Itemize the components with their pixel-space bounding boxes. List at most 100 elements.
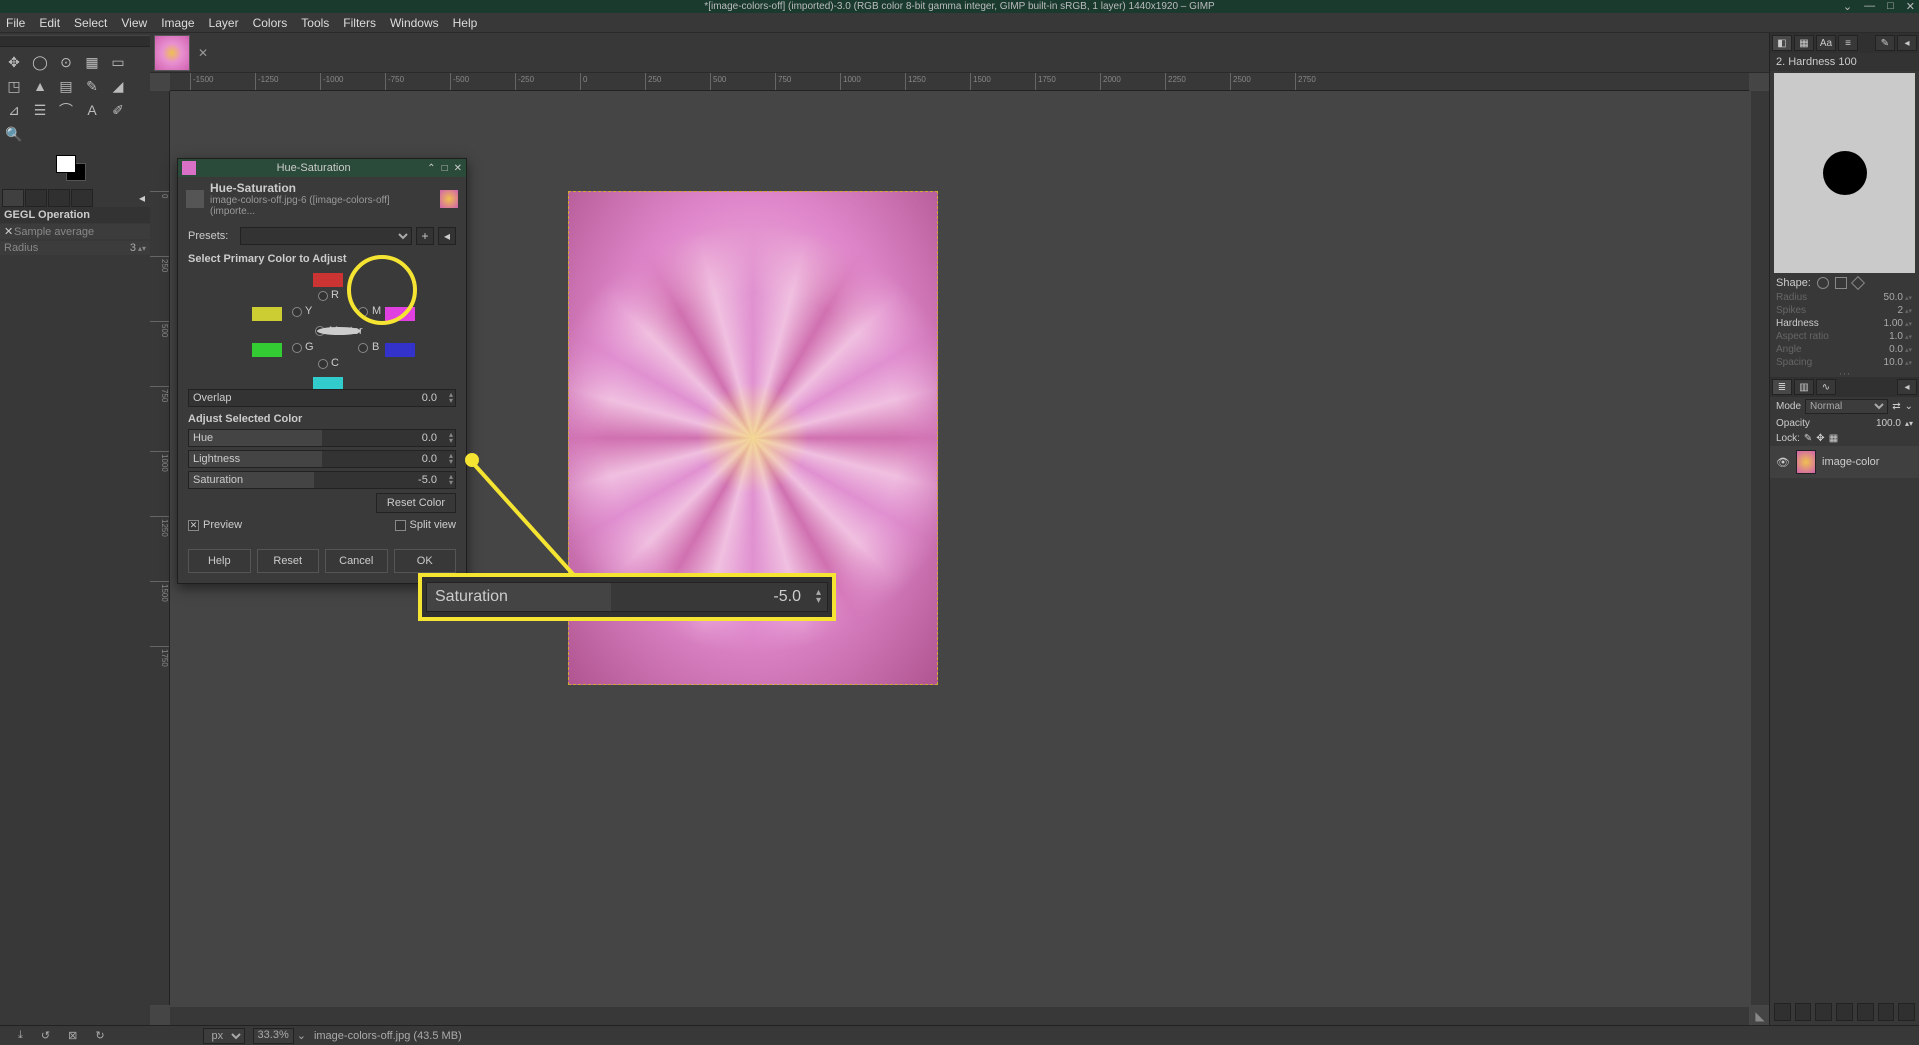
brush-radius-row[interactable]: Radius50.0▴▾ <box>1770 291 1919 304</box>
layer-row[interactable]: 👁 image-color <box>1770 446 1919 478</box>
lasso-select-icon[interactable]: ⊙ <box>54 51 78 73</box>
redo-icon[interactable]: ↻ <box>95 1029 104 1042</box>
menu-tools[interactable]: Tools <box>301 16 329 30</box>
split-view-checkbox[interactable] <box>395 520 406 531</box>
image-tab[interactable] <box>154 35 190 71</box>
color-master-radio[interactable] <box>315 326 325 336</box>
dialog-titlebar[interactable]: Hue-Saturation ⌃ □ ✕ <box>178 159 466 177</box>
color-green-radio[interactable] <box>292 343 302 353</box>
hue-slider[interactable]: Hue 0.0 ▴▾ <box>188 429 456 447</box>
unit-select[interactable]: px <box>203 1028 245 1044</box>
maximize-icon[interactable]: □ <box>1887 0 1894 13</box>
save-icon[interactable]: ⤓ <box>18 1029 23 1042</box>
raise-layer-icon[interactable] <box>1815 1003 1832 1021</box>
transform-tool-icon[interactable]: ◳ <box>2 75 26 97</box>
hue-spinner-icon[interactable]: ▴▾ <box>449 432 453 444</box>
shape-circle[interactable] <box>1817 277 1829 289</box>
layer-name[interactable]: image-color <box>1822 456 1879 468</box>
color-cyan-radio[interactable] <box>318 359 328 369</box>
gradient-tool-icon[interactable]: ▤ <box>54 75 78 97</box>
text-tool-icon[interactable]: A <box>80 99 104 121</box>
undo-history-tab[interactable] <box>48 189 70 207</box>
lock-pixels-icon[interactable]: ✎ <box>1804 433 1812 444</box>
reset-button[interactable]: Reset <box>257 549 320 573</box>
smudge-tool-icon[interactable]: ☰ <box>28 99 52 121</box>
help-button[interactable]: Help <box>188 549 251 573</box>
tab-menu2-icon[interactable]: ◂ <box>1897 379 1917 395</box>
brush-hardness-row[interactable]: Hardness1.00▴▾ <box>1770 317 1919 330</box>
ok-button[interactable]: OK <box>394 549 457 573</box>
duplicate-layer-icon[interactable] <box>1857 1003 1874 1021</box>
foreground-color[interactable] <box>56 155 76 173</box>
lock-position-icon[interactable]: ✥ <box>1816 433 1824 444</box>
color-green-swatch[interactable] <box>252 343 282 357</box>
menu-view[interactable]: View <box>121 16 147 30</box>
menu-image[interactable]: Image <box>161 16 194 30</box>
vertical-ruler[interactable]: 0 250 500 750 1000 1250 1500 1750 <box>150 91 170 1005</box>
undo-icon[interactable]: ↺ <box>41 1029 50 1042</box>
color-red-swatch[interactable] <box>313 273 343 287</box>
fuzzy-select-icon[interactable]: ▦ <box>80 51 104 73</box>
tab-menu-icon[interactable]: ◂ <box>1897 35 1917 51</box>
cancel-button[interactable]: Cancel <box>325 549 388 573</box>
color-picker-icon[interactable]: ✐ <box>106 99 130 121</box>
layer-visibility-icon[interactable]: 👁 <box>1776 456 1790 469</box>
opacity-spinner-icon[interactable]: ▴▾ <box>1905 419 1913 428</box>
images-tab[interactable] <box>71 189 93 207</box>
sample-average-row[interactable]: ✕ Sample average <box>0 224 150 239</box>
menu-edit[interactable]: Edit <box>39 16 60 30</box>
brush-aspect-row[interactable]: Aspect ratio1.0▴▾ <box>1770 330 1919 343</box>
sample-average-checkbox[interactable]: ✕ <box>4 225 14 238</box>
new-layer-icon[interactable] <box>1774 1003 1791 1021</box>
tab-menu-icon[interactable]: ◂ <box>136 189 148 207</box>
patterns-tab[interactable]: ▦ <box>1794 35 1814 51</box>
menu-file[interactable]: File <box>6 16 25 30</box>
color-yellow-swatch[interactable] <box>252 307 282 321</box>
menu-layer[interactable]: Layer <box>209 16 239 30</box>
mode-swap-icon[interactable]: ⇄ <box>1892 401 1900 412</box>
color-master[interactable]: Master <box>315 325 363 337</box>
color-red-radio[interactable] <box>318 291 328 301</box>
path-tool-icon[interactable]: ⌒ <box>54 99 78 121</box>
crop-tool-icon[interactable]: ▭ <box>106 51 130 73</box>
minimize-icon[interactable]: — <box>1864 0 1875 13</box>
shape-diamond[interactable] <box>1851 276 1865 290</box>
fonts-tab[interactable]: Aa <box>1816 35 1836 51</box>
cancel-icon[interactable]: ⊠ <box>68 1029 77 1042</box>
zoom-tool-icon[interactable]: 🔍 <box>2 123 26 145</box>
move-tool-icon[interactable]: ✥ <box>2 51 26 73</box>
brush-angle-row[interactable]: Angle0.0▴▾ <box>1770 343 1919 356</box>
zoom-dropdown-icon[interactable]: ⌄ <box>297 1029 306 1042</box>
radius-spinner-icon[interactable]: ▴▾ <box>138 244 146 253</box>
menu-select[interactable]: Select <box>74 16 107 30</box>
device-status-tab[interactable] <box>25 189 47 207</box>
menu-filters[interactable]: Filters <box>343 16 376 30</box>
menu-colors[interactable]: Colors <box>253 16 288 30</box>
preset-menu-icon[interactable]: ◂ <box>438 227 456 245</box>
tool-options-tab[interactable] <box>2 189 24 207</box>
overlap-slider[interactable]: Overlap 0.0 ▴▾ <box>188 389 456 407</box>
shape-square[interactable] <box>1835 277 1847 289</box>
layer-opacity-row[interactable]: Opacity 100.0 ▴▾ <box>1770 416 1919 431</box>
clone-tool-icon[interactable]: ⊿ <box>2 99 26 121</box>
vertical-scrollbar[interactable] <box>1751 91 1769 1005</box>
navigation-icon[interactable]: ◣ <box>1751 1007 1769 1025</box>
eraser-tool-icon[interactable]: ◢ <box>106 75 130 97</box>
paths-tab[interactable]: ∿ <box>1816 379 1836 395</box>
preset-add-icon[interactable]: + <box>416 227 434 245</box>
pencil-tool-icon[interactable]: ✎ <box>80 75 104 97</box>
dialog-rollup-icon[interactable]: ⌃ <box>427 163 435 174</box>
foreground-background-colors[interactable] <box>0 155 150 183</box>
presets-select[interactable] <box>240 227 412 245</box>
brushes-tab[interactable]: ◧ <box>1772 35 1792 51</box>
dialog-maximize-icon[interactable]: □ <box>442 163 448 174</box>
layer-group-icon[interactable] <box>1795 1003 1812 1021</box>
color-blue-radio[interactable] <box>358 343 368 353</box>
history-tab[interactable]: ≡ <box>1838 35 1858 51</box>
layer-mode-select[interactable]: Normal <box>1805 399 1888 414</box>
warp-tool-icon[interactable]: ▲ <box>28 75 52 97</box>
brush-editor-tab[interactable]: ✎ <box>1875 35 1895 51</box>
lightness-spinner-icon[interactable]: ▴▾ <box>449 453 453 465</box>
saturation-spinner-icon[interactable]: ▴▾ <box>449 474 453 486</box>
radius-row[interactable]: Radius 3 ▴▾ <box>0 241 150 255</box>
